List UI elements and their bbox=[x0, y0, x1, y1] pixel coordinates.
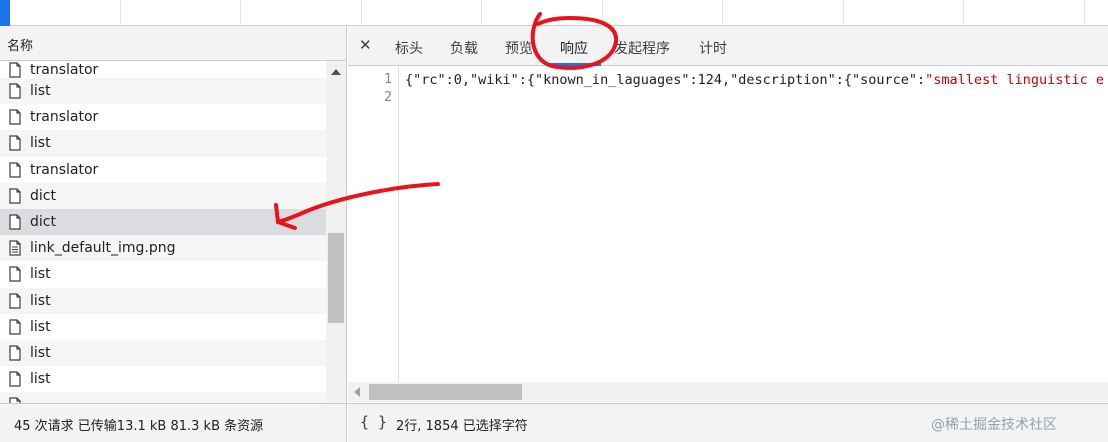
watermark-text: @稀土掘金技术社区 bbox=[931, 417, 1057, 433]
request-name: dict bbox=[30, 187, 56, 204]
request-name: translator bbox=[30, 161, 99, 178]
request-list-scrollbar[interactable] bbox=[326, 61, 346, 423]
request-row[interactable]: dict bbox=[0, 208, 326, 236]
horizontal-scrollbar[interactable] bbox=[348, 382, 1108, 402]
tab-payload[interactable]: 负载 bbox=[450, 38, 478, 58]
request-row[interactable]: list bbox=[0, 366, 326, 392]
request-row[interactable]: list bbox=[0, 78, 326, 105]
timeline-gridline bbox=[481, 0, 482, 26]
scroll-up-arrow-icon[interactable] bbox=[331, 69, 341, 75]
response-panel: ✕ 标头 负载 预览 响应 发起程序 计时 1 2 {"rc":0,"wiki"… bbox=[348, 26, 1108, 442]
timeline-gridline bbox=[361, 0, 362, 26]
detail-tabbar: ✕ 标头 负载 预览 响应 发起程序 计时 bbox=[348, 26, 1108, 66]
response-status-bar: { } 2行, 1854 已选择字符 @稀土掘金技术社区 bbox=[348, 403, 1108, 442]
file-icon bbox=[9, 188, 21, 204]
code-text: {"rc":0,"wiki":{"known_in_laguages":124,… bbox=[405, 72, 926, 88]
horizontal-scroll-thumb[interactable] bbox=[369, 384, 522, 400]
request-summary-text: 45 次请求 已传输13.1 kB 81.3 kB 条资源 bbox=[14, 419, 264, 434]
tab-preview[interactable]: 预览 bbox=[505, 38, 533, 58]
request-name: list bbox=[30, 83, 51, 100]
request-name: list bbox=[30, 292, 51, 309]
line-number-gutter: 1 2 bbox=[348, 67, 399, 382]
request-name: translator bbox=[30, 61, 99, 78]
request-name: dict bbox=[30, 214, 56, 231]
timeline-gridline bbox=[240, 0, 241, 26]
tab-initiator[interactable]: 发起程序 bbox=[614, 38, 670, 58]
request-row[interactable]: list bbox=[0, 339, 326, 367]
file-icon bbox=[9, 292, 21, 309]
request-row[interactable]: translator bbox=[0, 104, 326, 130]
request-list: translator list translator list translator di… bbox=[0, 61, 326, 423]
timeline-gridline bbox=[722, 0, 723, 26]
selection-info: 2行, 1854 已选择字符 bbox=[396, 419, 528, 434]
file-icon bbox=[9, 319, 21, 335]
file-icon bbox=[9, 162, 21, 178]
request-row[interactable]: link_default_img.png bbox=[0, 235, 326, 262]
file-icon bbox=[9, 214, 21, 230]
request-row[interactable]: dict bbox=[0, 182, 326, 209]
file-icon bbox=[9, 109, 21, 125]
file-icon bbox=[9, 135, 21, 152]
file-icon bbox=[9, 345, 21, 361]
timeline-gridline bbox=[1084, 0, 1085, 26]
scroll-thumb[interactable] bbox=[328, 233, 344, 323]
response-code-viewer[interactable]: 1 2 {"rc":0,"wiki":{"known_in_laguages":… bbox=[348, 67, 1108, 382]
request-name: list bbox=[30, 135, 51, 152]
request-summary-status: 45 次请求 已传输13.1 kB 81.3 kB 条资源 bbox=[0, 403, 346, 442]
request-name: translator bbox=[30, 109, 99, 126]
image-file-icon bbox=[9, 240, 21, 256]
timeline-gridline bbox=[843, 0, 844, 26]
code-string: "smallest linguistic e bbox=[925, 72, 1104, 88]
request-name: list bbox=[30, 371, 51, 388]
file-icon bbox=[9, 371, 21, 387]
tab-response[interactable]: 响应 bbox=[560, 38, 588, 58]
tab-timing[interactable]: 计时 bbox=[699, 38, 727, 58]
file-icon bbox=[9, 266, 21, 283]
request-row[interactable]: list bbox=[0, 287, 326, 314]
request-row[interactable]: translator bbox=[0, 61, 326, 78]
request-row[interactable]: translator bbox=[0, 157, 326, 183]
timeline-marker bbox=[0, 0, 10, 26]
pretty-print-button[interactable]: { } bbox=[360, 413, 387, 431]
request-list-panel: 名称 translator list translator list translato… bbox=[0, 26, 347, 442]
request-name: list bbox=[30, 344, 51, 361]
timeline-gridline bbox=[120, 0, 121, 26]
code-line[interactable]: {"rc":0,"wiki":{"known_in_laguages":124,… bbox=[405, 72, 1104, 88]
request-name: list bbox=[30, 266, 51, 283]
tab-headers[interactable]: 标头 bbox=[395, 38, 423, 58]
file-icon bbox=[9, 83, 21, 99]
line-number: 2 bbox=[384, 90, 392, 105]
file-icon bbox=[9, 61, 21, 78]
request-name: link_default_img.png bbox=[30, 240, 176, 257]
timeline-gridline bbox=[602, 0, 603, 26]
request-row[interactable]: list bbox=[0, 314, 326, 340]
name-column-label: 名称 bbox=[7, 39, 34, 54]
request-name: list bbox=[30, 318, 51, 335]
name-column-header[interactable]: 名称 bbox=[0, 26, 346, 61]
timeline-gridline bbox=[963, 0, 964, 26]
network-timeline[interactable] bbox=[0, 0, 1108, 26]
scroll-left-arrow-icon[interactable] bbox=[354, 387, 360, 397]
line-number: 1 bbox=[384, 72, 392, 87]
active-tab-indicator bbox=[549, 63, 601, 66]
request-row[interactable]: list bbox=[0, 261, 326, 287]
request-row[interactable]: list bbox=[0, 130, 326, 157]
close-icon[interactable]: ✕ bbox=[359, 36, 372, 54]
